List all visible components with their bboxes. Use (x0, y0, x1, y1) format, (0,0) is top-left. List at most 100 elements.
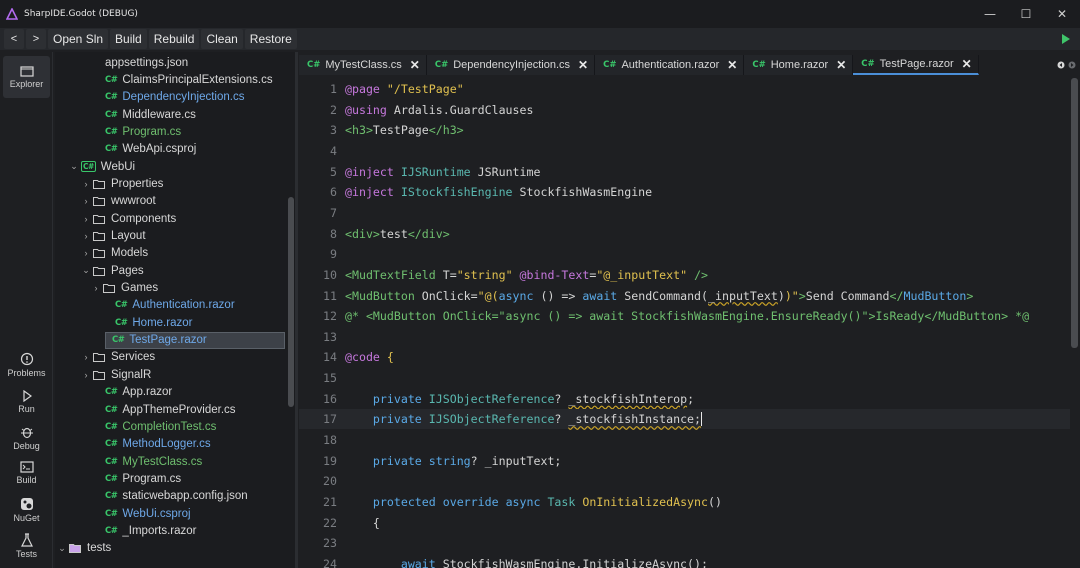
code-line[interactable]: 7 (299, 203, 1070, 223)
tree-item[interactable]: › Components (81, 210, 177, 227)
tab-close-icon[interactable]: ✕ (962, 57, 972, 71)
tab-close-icon[interactable]: ✕ (410, 58, 420, 72)
tree-item[interactable]: › Models (81, 245, 149, 262)
code-line[interactable]: 11 <MudButton OnClick="@(async () => awai… (299, 286, 1070, 306)
tree-item[interactable]: › Services (81, 349, 156, 366)
clean-button[interactable]: Clean (201, 29, 243, 49)
tree-item[interactable]: C# Program.cs (105, 470, 181, 487)
tree-item[interactable]: › SignalR (81, 366, 152, 383)
code-line[interactable]: 14 @code { (299, 347, 1070, 367)
tree-item[interactable]: appsettings.json (105, 54, 188, 71)
code-line[interactable]: 17 private IJSObjectReference? _stockfis… (299, 409, 1070, 430)
code-editor[interactable]: 1 @page "/TestPage" 2 @using Ardalis.GuardC… (299, 78, 1070, 568)
code-line[interactable]: 4 (299, 141, 1070, 161)
panel-splitter[interactable] (295, 52, 298, 568)
tab-close-icon[interactable]: ✕ (578, 58, 588, 72)
chevron-right-icon[interactable]: › (81, 231, 91, 241)
code-line[interactable]: 6 @inject IStockfishEngine StockfishWasmE… (299, 182, 1070, 202)
activity-debug[interactable]: Debug (0, 425, 53, 451)
chevron-down-icon[interactable]: ⌄ (57, 543, 67, 554)
forward-button[interactable]: > (26, 29, 46, 49)
tree-item[interactable]: C# WebApi.csproj (105, 141, 196, 158)
tree-item[interactable]: › Layout (81, 228, 146, 245)
tree-item[interactable]: C# TestPage.razor (105, 331, 285, 349)
tab-scroll-left-icon[interactable] (1057, 61, 1065, 69)
restore-button[interactable]: Restore (244, 29, 297, 49)
chevron-right-icon[interactable]: › (81, 370, 91, 380)
close-button[interactable]: ✕ (1044, 0, 1080, 28)
csharp-file-icon: C# (105, 404, 118, 415)
tab-close-icon[interactable]: ✕ (727, 58, 737, 72)
code-line[interactable]: 23 (299, 533, 1070, 553)
code-line[interactable]: 3 <h3>TestPage</h3> (299, 120, 1070, 140)
tree-item[interactable]: C# WebUi.csproj (105, 505, 191, 522)
tree-item[interactable]: ⌄ Pages (81, 262, 143, 279)
chevron-right-icon[interactable]: › (81, 214, 91, 224)
code-line[interactable]: 9 (299, 244, 1070, 264)
activity-nuget[interactable]: NuGet (0, 497, 53, 523)
tree-item[interactable]: › wwwroot (81, 193, 156, 210)
chevron-right-icon[interactable]: › (81, 179, 91, 189)
tree-item[interactable]: ⌄ tests (57, 540, 111, 557)
code-line[interactable]: 16 private IJSObjectReference? _stockfis… (299, 389, 1070, 409)
tab-dependencyinjection-cs[interactable]: C# DependencyInjection.cs ✕ (426, 55, 596, 75)
activity-explorer[interactable]: Explorer (3, 56, 50, 98)
minimize-button[interactable]: — (972, 0, 1008, 28)
chevron-right-icon[interactable]: › (81, 196, 91, 206)
open-sln-button[interactable]: Open Sln (48, 29, 109, 49)
tree-item[interactable]: C# MyTestClass.cs (105, 453, 202, 470)
activity-build[interactable]: Build (0, 461, 53, 485)
tree-item[interactable]: › Properties (81, 175, 164, 192)
activity-run[interactable]: Run (0, 390, 53, 414)
tree-item[interactable]: C# Middleware.cs (105, 106, 196, 123)
chevron-right-icon[interactable]: › (81, 248, 91, 258)
tab-testpage-razor[interactable]: C# TestPage.razor ✕ (853, 55, 979, 75)
activity-problems[interactable]: Problems (0, 352, 53, 378)
activity-tests[interactable]: Tests (0, 533, 53, 559)
editor-scrollbar[interactable] (1071, 78, 1078, 348)
tab-mytestclass-cs[interactable]: C# MyTestClass.cs ✕ (299, 55, 427, 75)
code-line[interactable]: 19 private string? _inputText; (299, 451, 1070, 471)
tab-home-razor[interactable]: C# Home.razor ✕ (744, 55, 854, 75)
code-line[interactable]: 2 @using Ardalis.GuardClauses (299, 100, 1070, 120)
code-line[interactable]: 22 { (299, 513, 1070, 533)
tree-item[interactable]: C# ClaimsPrincipalExtensions.cs (105, 71, 273, 88)
line-number: 20 (323, 474, 337, 489)
code-line[interactable]: 12 @* <MudButton OnClick="async () => awa… (299, 306, 1070, 326)
code-line[interactable]: 13 (299, 327, 1070, 347)
code-line[interactable]: 15 (299, 368, 1070, 388)
tree-item[interactable]: C# MethodLogger.cs (105, 436, 211, 453)
code-line[interactable]: 5 @inject IJSRuntime JSRuntime (299, 162, 1070, 182)
tree-item[interactable]: C# DependencyInjection.cs (105, 89, 244, 106)
tab-close-icon[interactable]: ✕ (836, 58, 846, 72)
chevron-right-icon[interactable]: › (81, 352, 91, 362)
code-line[interactable]: 1 @page "/TestPage" (299, 79, 1070, 99)
rebuild-button[interactable]: Rebuild (148, 29, 200, 49)
code-line[interactable]: 10 <MudTextField T="string" @bind-Text="@… (299, 265, 1070, 285)
tree-item[interactable]: ⌄ C# WebUi (69, 158, 135, 175)
code-line[interactable]: 24 await StockfishWasmEngine.InitializeA… (299, 554, 1070, 568)
run-button[interactable] (1056, 29, 1076, 49)
tree-item[interactable]: C# Authentication.razor (115, 297, 235, 314)
explorer-scrollbar[interactable] (288, 197, 294, 407)
chevron-down-icon[interactable]: ⌄ (81, 265, 91, 276)
chevron-right-icon[interactable]: › (91, 283, 101, 293)
maximize-button[interactable]: ☐ (1008, 0, 1044, 28)
code-line[interactable]: 8 <div>test</div> (299, 224, 1070, 244)
tree-item[interactable]: › Games (91, 280, 159, 297)
tab-authentication-razor[interactable]: C# Authentication.razor ✕ (595, 55, 745, 75)
tree-item[interactable]: C# CompletionTest.cs (105, 418, 216, 435)
tree-item[interactable]: C# Program.cs (105, 123, 181, 140)
chevron-down-icon[interactable]: ⌄ (69, 161, 79, 172)
tree-item[interactable]: C# _Imports.razor (105, 522, 197, 539)
code-line[interactable]: 20 (299, 471, 1070, 491)
tree-item[interactable]: C# AppThemeProvider.cs (105, 401, 236, 418)
tab-scroll-right-icon[interactable] (1068, 61, 1076, 69)
build-button[interactable]: Build (110, 29, 147, 49)
tree-item[interactable]: C# Home.razor (115, 314, 192, 331)
code-line[interactable]: 21 protected override async Task OnIniti… (299, 492, 1070, 512)
code-line[interactable]: 18 (299, 430, 1070, 450)
tree-item[interactable]: C# App.razor (105, 384, 172, 401)
back-button[interactable]: < (4, 29, 24, 49)
tree-item[interactable]: C# staticwebapp.config.json (105, 488, 248, 505)
